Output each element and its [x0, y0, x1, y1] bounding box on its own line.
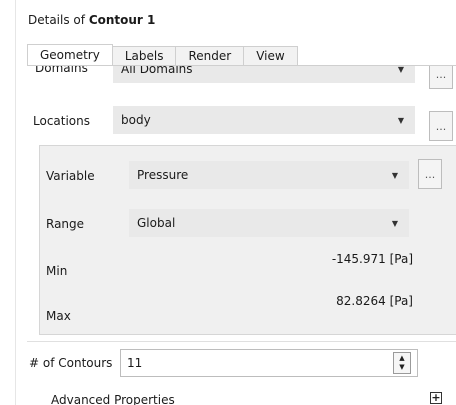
contours-label: # of Contours: [29, 356, 113, 370]
tab-render[interactable]: Render: [176, 46, 245, 66]
pane-border: [15, 0, 16, 405]
chevron-down-icon: ▼: [397, 65, 405, 74]
contours-value: 11: [127, 356, 143, 370]
tab-labels[interactable]: Labels: [112, 46, 177, 66]
domains-combo[interactable]: All Domains ▼: [113, 65, 415, 83]
domains-label: Domains: [35, 65, 88, 75]
max-label: Max: [46, 309, 71, 323]
advanced-properties-label: Advanced Properties: [51, 393, 175, 405]
variable-group: Variable Pressure ▼ ... Range Global ▼ M…: [39, 145, 456, 335]
spin-up-icon[interactable]: ▲: [399, 354, 404, 363]
domains-value: All Domains: [121, 65, 193, 76]
variable-combo[interactable]: Pressure ▼: [129, 161, 409, 189]
max-value: 82.8264 [Pa]: [336, 294, 413, 308]
geometry-panel: Domains All Domains ▼ ... Locations body…: [27, 65, 456, 405]
chevron-down-icon: ▼: [391, 218, 399, 228]
variable-label: Variable: [46, 169, 95, 183]
tab-geometry[interactable]: Geometry: [27, 44, 113, 66]
range-value: Global: [137, 216, 176, 230]
tab-bar: Geometry Labels Render View: [27, 44, 298, 66]
locations-more-button[interactable]: ...: [429, 111, 453, 141]
locations-combo[interactable]: body ▼: [113, 106, 415, 134]
tab-view[interactable]: View: [244, 46, 298, 66]
details-pane: Details of Contour 1 Geometry Labels Ren…: [0, 0, 456, 405]
title-prefix: Details of: [28, 13, 85, 27]
chevron-down-icon: ▼: [391, 170, 399, 180]
details-title: Details of Contour 1: [28, 13, 155, 27]
spin-arrows-icon[interactable]: ▲ ▼: [393, 352, 411, 374]
locations-label: Locations: [33, 114, 91, 128]
domains-more-button[interactable]: ...: [429, 66, 453, 89]
variable-more-button[interactable]: ...: [418, 159, 442, 189]
spin-down-icon[interactable]: ▼: [399, 363, 404, 372]
chevron-down-icon: ▼: [397, 115, 405, 125]
range-label: Range: [46, 217, 85, 231]
min-value: -145.971 [Pa]: [331, 252, 413, 266]
locations-value: body: [121, 113, 151, 127]
contours-spinbox[interactable]: 11 ▲ ▼: [120, 349, 418, 377]
range-combo[interactable]: Global ▼: [129, 209, 409, 237]
min-label: Min: [46, 264, 68, 278]
section-divider: [27, 341, 456, 342]
title-object-name: Contour 1: [88, 13, 156, 27]
plus-box-icon[interactable]: +: [430, 392, 442, 404]
variable-value: Pressure: [137, 168, 189, 182]
